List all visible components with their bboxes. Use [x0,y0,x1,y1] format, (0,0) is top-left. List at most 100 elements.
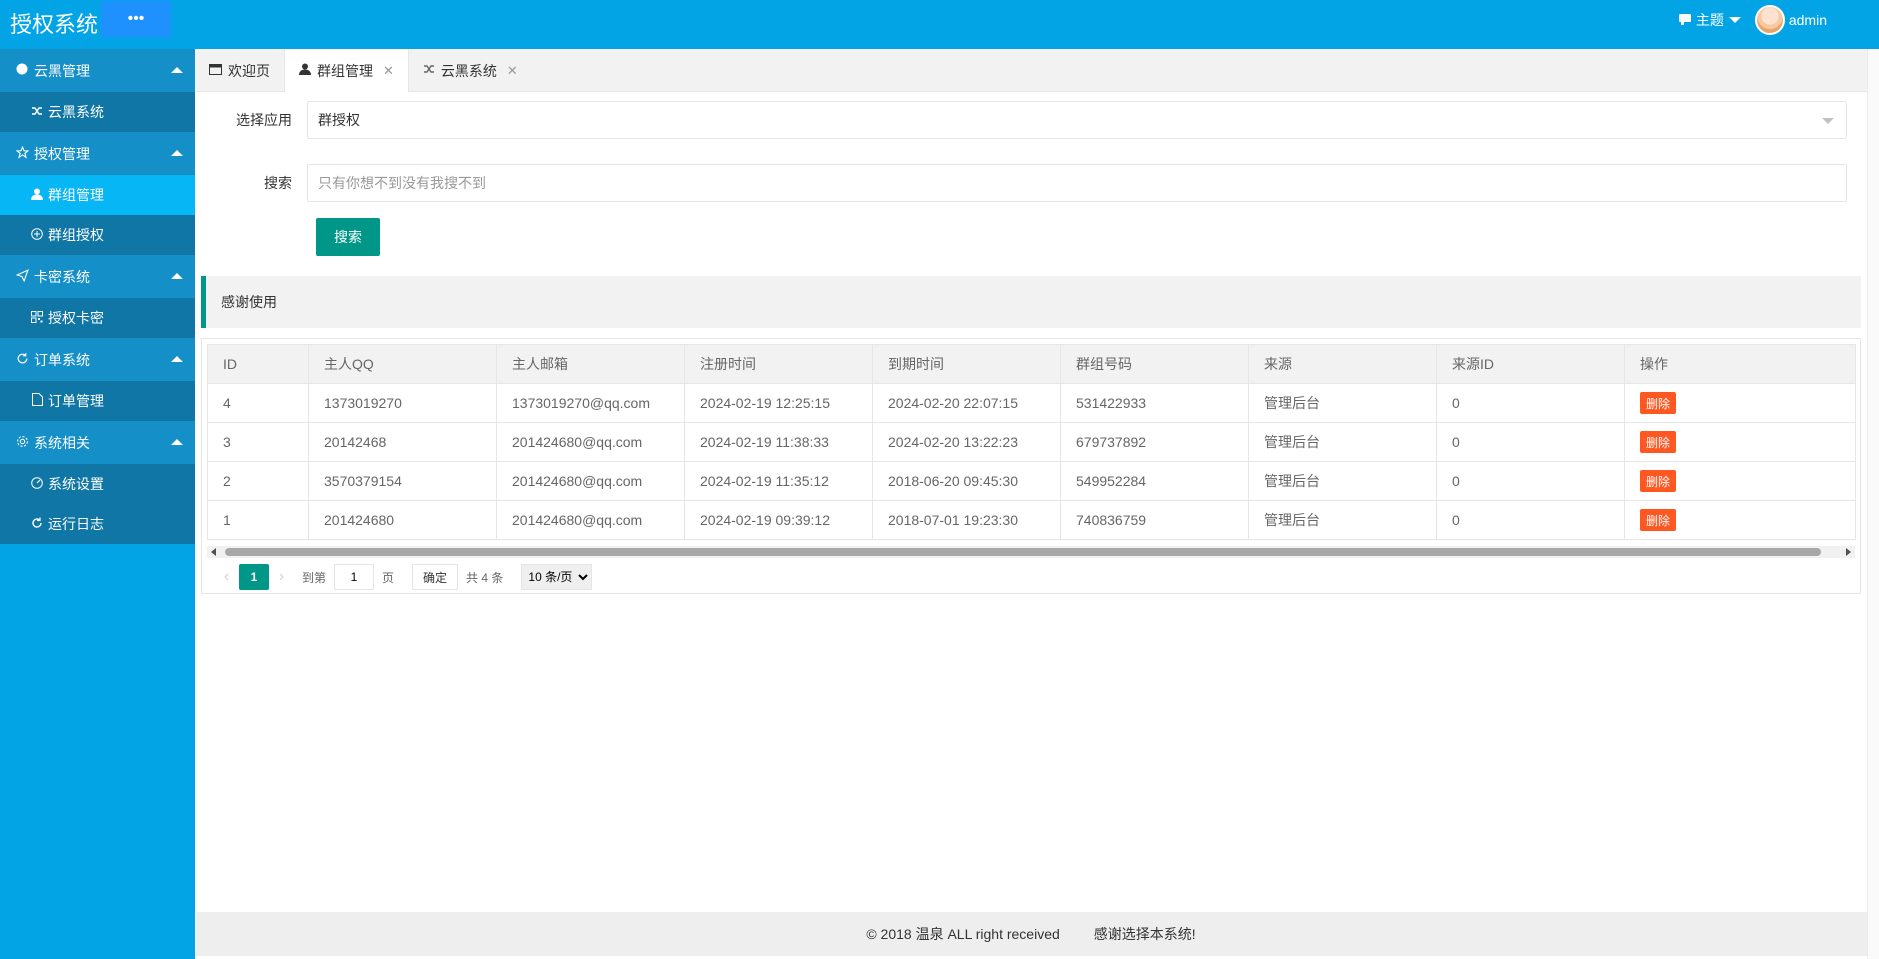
sidebar-group-label: 授权管理 [34,145,90,162]
sidebar-item-run-log[interactable]: 运行日志 [0,504,195,544]
column-header[interactable]: 来源 [1248,344,1437,384]
sidebar-item-label: 系统设置 [48,476,104,492]
cell-actions: 删除 [1624,383,1856,423]
app-select-row: 选择应用 群授权 [195,101,1847,139]
dashboard-icon [30,476,44,492]
sidebar-item-system-settings[interactable]: 系统设置 [0,464,195,504]
horizontal-scrollbar[interactable] [207,546,1855,558]
delete-button[interactable]: 删除 [1640,509,1677,531]
column-header[interactable]: 操作 [1624,344,1856,384]
tab-cloud-black[interactable]: 云黑系统 ✕ [409,49,532,92]
column-header[interactable]: ID [207,344,309,384]
column-header[interactable]: 注册时间 [684,344,873,384]
confirm-button[interactable]: 确定 [412,564,459,590]
sidebar-group-auth[interactable]: 授权管理 [0,132,195,175]
cell-source: 管理后台 [1248,422,1437,462]
app-select[interactable]: 群授权 [307,101,1847,139]
delete-button[interactable]: 删除 [1640,431,1677,453]
search-input[interactable] [307,164,1847,202]
copyright-text: © 2018 温泉 ALL right received [866,926,1060,942]
refresh-icon [14,352,30,368]
column-header[interactable]: 主人QQ [308,344,497,384]
cell-id: 3 [207,422,309,462]
table-row: 2 3570379154 201424680@qq.com 2024-02-19… [207,461,1856,501]
thanks-text: 感谢选择本系统! [1093,926,1196,942]
app-select-label: 选择应用 [236,112,292,128]
column-header[interactable]: 来源ID [1436,344,1625,384]
scrollbar-thumb[interactable] [225,548,1821,556]
sidebar-group-cloud-black[interactable]: 云黑管理 [0,49,195,92]
sidebar-group-label: 订单系统 [34,351,90,368]
vertical-scrollbar[interactable] [1867,49,1879,959]
sidebar-item-group-manage[interactable]: 群组管理 [0,175,195,215]
gear-icon [14,435,30,451]
page-current[interactable]: 1 [239,564,269,590]
page-input[interactable] [334,564,375,590]
search-button[interactable]: 搜索 [316,218,380,256]
sidebar-group-system[interactable]: 系统相关 [0,421,195,464]
chevron-left-icon[interactable]: ‹ [214,568,239,586]
per-page-select[interactable]: 10 条/页 [521,564,593,590]
cell-expire-time: 2018-07-01 19:23:30 [872,500,1061,540]
cell-owner-qq: 201424680 [308,500,497,540]
plus-circle-icon [30,227,44,243]
page-unit-label: 页 [382,570,395,585]
sidebar-group-order[interactable]: 订单系统 [0,338,195,381]
sidebar-group-label: 卡密系统 [34,268,90,285]
total-count: 共 4 条 [466,570,504,585]
shuffle-icon [30,105,44,120]
delete-button[interactable]: 删除 [1640,470,1677,492]
close-icon[interactable]: ✕ [507,63,518,79]
delete-button[interactable]: 删除 [1640,392,1677,414]
sidebar-submenu: 群组管理 群组授权 [0,175,195,255]
close-icon[interactable]: ✕ [383,63,394,79]
tab-welcome[interactable]: 欢迎页 [195,49,284,92]
column-header[interactable]: 到期时间 [872,344,1061,384]
sidebar-item-cloud-black-system[interactable]: 云黑系统 [0,92,195,132]
app-select-value: 群授权 [318,112,360,128]
cell-owner-qq: 3570379154 [308,461,497,501]
sidebar: 云黑管理 云黑系统 授权管理 群组管理 群组授权 卡密系统 授权卡密 订单系统 … [0,49,195,959]
footer: © 2018 温泉 ALL right received 感谢选择本系统! [195,912,1867,956]
theme-button[interactable]: 主题 [1678,10,1741,30]
sidebar-item-label: 运行日志 [48,516,104,532]
search-row: 搜索 [195,164,1847,202]
table-row: 1 201424680 201424680@qq.com 2024-02-19 … [207,500,1856,540]
window-icon [209,63,222,78]
tab-group-manage[interactable]: 群组管理 ✕ [284,49,409,92]
cell-register-time: 2024-02-19 11:38:33 [684,422,873,462]
cell-source-id: 0 [1436,461,1625,501]
chevron-right-icon[interactable]: › [269,568,294,586]
sidebar-item-auth-card[interactable]: 授权卡密 [0,298,195,338]
sidebar-submenu: 云黑系统 [0,92,195,132]
top-header: 授权系统 ••• 主题 admin [0,0,1879,49]
sidebar-group-card[interactable]: 卡密系统 [0,255,195,298]
cell-owner-email: 201424680@qq.com [496,500,685,540]
cell-actions: 删除 [1624,461,1856,501]
sidebar-item-label: 订单管理 [48,393,104,409]
theme-icon [1678,12,1691,28]
scroll-right-icon[interactable] [1846,548,1851,556]
main-content: 选择应用 群授权 搜索 搜索 感谢使用 ID 主人QQ 主人邮箱 注册时间 到期… [195,92,1867,912]
chevron-up-icon [171,273,183,279]
cell-source: 管理后台 [1248,383,1437,423]
sidebar-submenu: 授权卡密 [0,298,195,338]
sidebar-item-label: 群组授权 [48,227,104,243]
chevron-up-icon [171,356,183,362]
cell-source-id: 0 [1436,383,1625,423]
menu-toggle-button[interactable]: ••• [101,1,171,37]
tab-label: 群组管理 [317,62,373,79]
sidebar-item-order-manage[interactable]: 订单管理 [0,381,195,421]
user-menu[interactable]: admin [1754,5,1827,35]
search-label: 搜索 [264,175,292,191]
column-header[interactable]: 主人邮箱 [496,344,685,384]
cell-id: 4 [207,383,309,423]
cell-source-id: 0 [1436,500,1625,540]
cell-group-number: 679737892 [1060,422,1249,462]
scroll-left-icon[interactable] [211,548,216,556]
column-header[interactable]: 群组号码 [1060,344,1249,384]
cell-group-number: 531422933 [1060,383,1249,423]
cell-source: 管理后台 [1248,500,1437,540]
circle-icon [14,63,30,78]
sidebar-item-group-auth[interactable]: 群组授权 [0,215,195,255]
